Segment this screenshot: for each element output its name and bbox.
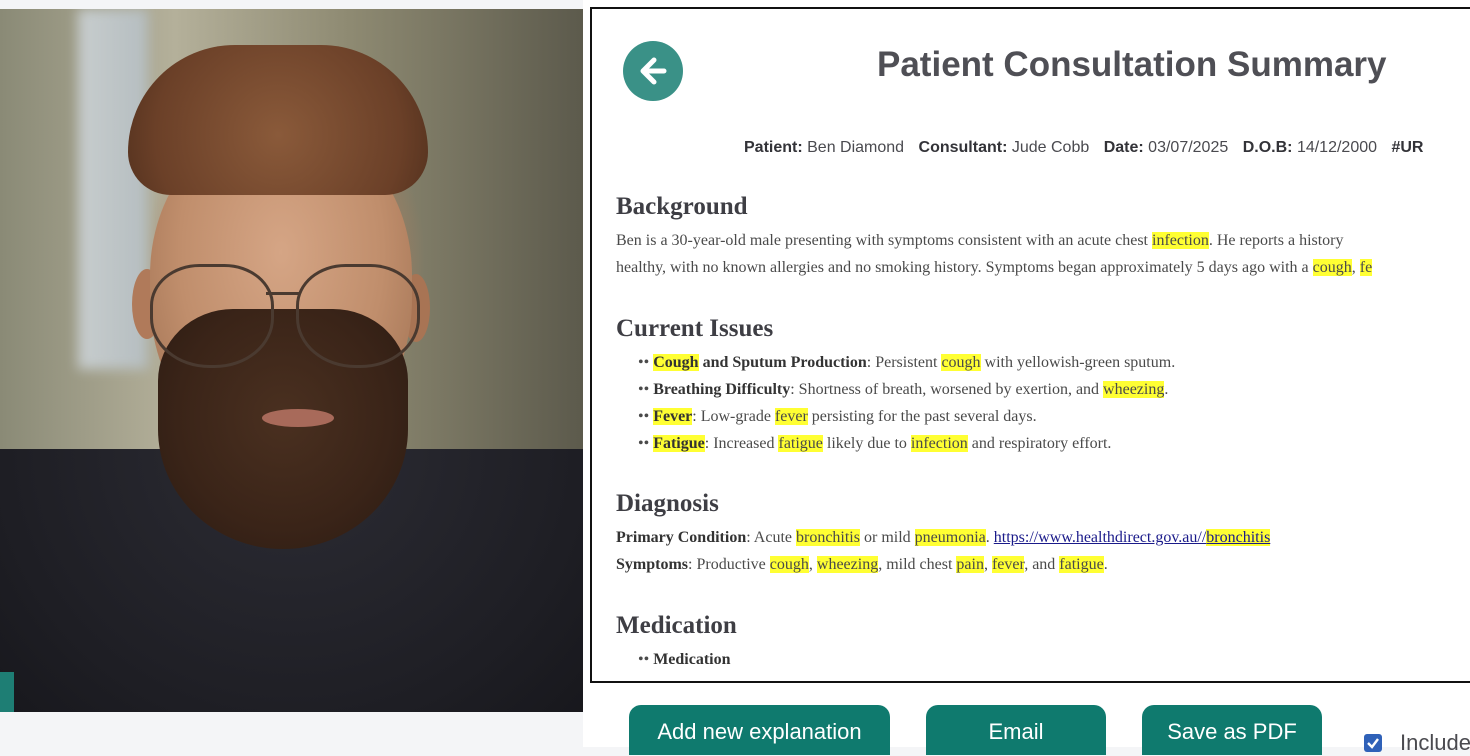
section-heading: Current Issues xyxy=(616,315,774,342)
add-explanation-button[interactable]: Add new explanation xyxy=(629,705,890,755)
glasses xyxy=(150,264,422,374)
include-label: Include xyxy=(1400,730,1470,755)
dob-label: D.O.B: xyxy=(1242,139,1293,156)
side-panel-tab[interactable] xyxy=(0,672,14,712)
consultant-name: Jude Cobb xyxy=(1011,139,1090,156)
arrow-left-icon xyxy=(640,57,667,85)
patient-name: Ben Diamond xyxy=(807,139,905,156)
symptoms-line: Symptoms: Productive cough, wheezing, mi… xyxy=(616,556,1108,573)
list-item: •• Cough and Sputum Production: Persiste… xyxy=(638,354,1176,371)
dob-value: 14/12/2000 xyxy=(1296,139,1378,156)
background-line-2: healthy, with no known allergies and no … xyxy=(616,259,1373,276)
checkmark-icon xyxy=(1367,738,1379,749)
medication-section: Medication •• Medication xyxy=(616,612,1470,673)
diagnosis-section: Diagnosis Primary Condition: Acute bronc… xyxy=(616,490,1470,578)
reference-link[interactable]: https://www.healthdirect.gov.au//bronchi… xyxy=(994,529,1271,546)
patient-label: Patient: xyxy=(744,139,803,156)
section-heading: Medication xyxy=(616,612,737,639)
save-pdf-button[interactable]: Save as PDF xyxy=(1142,705,1322,755)
list-item: •• Fever: Low-grade fever persisting for… xyxy=(638,408,1037,425)
consult-date: 03/07/2025 xyxy=(1148,139,1229,156)
consultant-label: Consultant: xyxy=(918,139,1008,156)
consultation-document: Patient Consultation Summary Patient: Be… xyxy=(590,7,1470,683)
section-heading: Background xyxy=(616,193,748,220)
lips xyxy=(262,409,334,427)
primary-condition: Primary Condition: Acute bronchitis or m… xyxy=(616,529,1271,546)
email-button[interactable]: Email xyxy=(926,705,1106,755)
patient-meta: Patient: Ben Diamond Consultant: Jude Co… xyxy=(744,139,1423,157)
section-heading: Diagnosis xyxy=(616,490,719,517)
list-item: •• Breathing Difficulty: Shortness of br… xyxy=(638,381,1169,398)
include-checkbox[interactable] xyxy=(1364,734,1382,752)
summary-panel: Patient Consultation Summary Patient: Be… xyxy=(583,0,1470,747)
background-line-1: Ben is a 30-year-old male presenting wit… xyxy=(616,232,1344,249)
ur-label: #UR xyxy=(1391,139,1424,156)
hair xyxy=(128,45,428,195)
back-button[interactable] xyxy=(623,41,683,101)
background-section: Background Ben is a 30-year-old male pre… xyxy=(616,193,1470,281)
list-item: •• Medication xyxy=(638,651,731,668)
date-label: Date: xyxy=(1103,139,1144,156)
include-option[interactable]: Include xyxy=(1364,730,1470,756)
current-issues-section: Current Issues •• Cough and Sputum Produ… xyxy=(616,315,1470,457)
page-title: Patient Consultation Summary xyxy=(877,45,1387,84)
list-item: •• Fatigue: Increased fatigue likely due… xyxy=(638,435,1112,452)
video-feed xyxy=(0,9,583,712)
